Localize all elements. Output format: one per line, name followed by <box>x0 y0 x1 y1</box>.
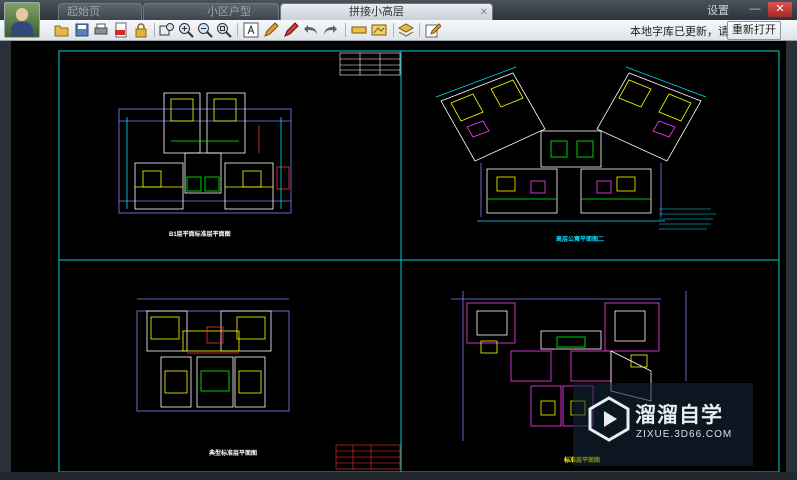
floor-plan-2 <box>435 66 707 222</box>
layers-stack-icon[interactable] <box>398 22 414 38</box>
export-pdf-icon[interactable] <box>113 22 129 38</box>
tab-label: 拼接小高层 <box>349 6 404 18</box>
left-border <box>0 41 11 472</box>
highlighter-icon[interactable] <box>283 22 299 38</box>
redo-icon[interactable] <box>322 22 338 38</box>
floor-plan-3 <box>136 298 290 412</box>
tab-close-icon[interactable]: ✕ <box>480 4 488 21</box>
pen-icon[interactable] <box>263 22 279 38</box>
watermark-brand: 溜溜自学 <box>635 403 723 427</box>
toolbar-separator <box>393 23 394 37</box>
zoom-extents-icon[interactable] <box>216 22 232 38</box>
print-icon[interactable] <box>93 22 109 38</box>
zoom-in-icon[interactable] <box>178 22 194 38</box>
toolbar: 本地字库已更新，请 重新打开 <box>0 20 797 41</box>
toolbar-separator <box>237 23 238 37</box>
undo-icon[interactable] <box>303 22 319 38</box>
tab-label: 起始页 <box>67 6 100 18</box>
tab-spliced-midrise[interactable]: 拼接小高层 ✕ <box>280 3 493 20</box>
reopen-button[interactable]: 重新打开 <box>727 21 781 40</box>
layer-icon[interactable] <box>351 22 367 38</box>
title-bar: 起始页 小区户型 拼接小高层 ✕ 设置 — ✕ <box>0 0 797 38</box>
title-block-bottom <box>335 444 401 470</box>
app-window: 起始页 小区户型 拼接小高层 ✕ 设置 — ✕ 本地字库已更新，请 重新打开 B… <box>0 0 797 480</box>
drawing-caption: B1层平面标准层平面图 <box>169 232 231 238</box>
settings-button[interactable]: 设置 <box>707 2 729 18</box>
zoom-out-icon[interactable] <box>197 22 213 38</box>
lock-icon[interactable] <box>133 22 149 38</box>
text-icon[interactable] <box>243 22 259 38</box>
tab-label: 小区户型 <box>207 6 251 18</box>
notes-block <box>659 208 716 230</box>
open-icon[interactable] <box>54 22 70 38</box>
font-update-notice: 本地字库已更新，请 <box>630 26 729 38</box>
minimize-button[interactable]: — <box>745 3 765 17</box>
play-logo-icon <box>588 396 630 442</box>
close-window-button[interactable]: ✕ <box>768 2 792 17</box>
watermark: 溜溜自学 ZIXUE.3D66.COM <box>573 383 753 466</box>
drawing-caption: 高层公寓平面图二 <box>556 237 605 243</box>
drawing-caption: 典型标准层平面图 <box>209 451 258 457</box>
save-icon[interactable] <box>74 22 90 38</box>
right-border <box>786 41 797 472</box>
toolbar-separator <box>345 23 346 37</box>
tab-community-units[interactable]: 小区户型 <box>143 3 279 20</box>
edit-icon[interactable] <box>425 22 441 38</box>
user-avatar[interactable] <box>4 2 40 38</box>
floor-plan-1 <box>118 92 292 214</box>
pan-icon[interactable] <box>371 22 387 38</box>
bottom-border <box>0 472 797 480</box>
watermark-url: ZIXUE.3D66.COM <box>636 429 733 440</box>
title-block-top <box>339 52 401 76</box>
toolbar-separator <box>154 23 155 37</box>
zoom-window-icon[interactable] <box>159 22 175 38</box>
toolbar-separator <box>419 23 420 37</box>
tab-start-page[interactable]: 起始页 <box>58 3 142 20</box>
